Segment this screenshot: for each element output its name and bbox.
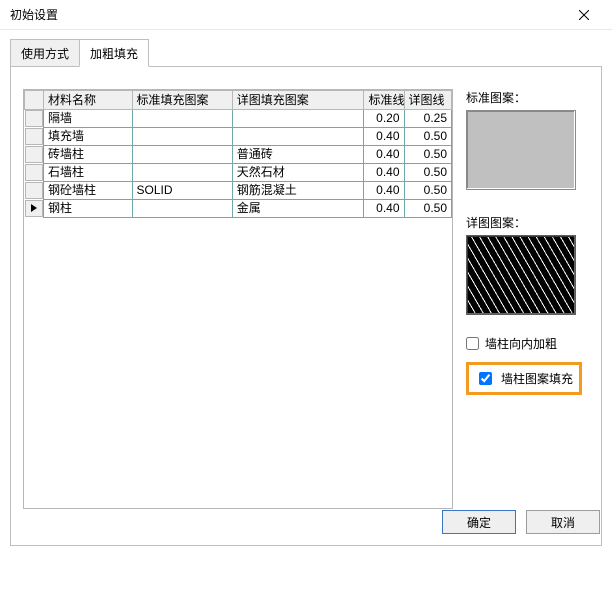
cell-n1[interactable]: 0.40 bbox=[364, 128, 404, 146]
table-row[interactable]: 钢砼墙柱SOLID钢筋混凝土0.400.50 bbox=[25, 182, 452, 200]
checkbox-inner-bold-label: 墙柱向内加粗 bbox=[485, 338, 557, 350]
cell-name[interactable]: 填充墙 bbox=[43, 128, 132, 146]
cell-name[interactable]: 钢柱 bbox=[43, 200, 132, 218]
table-row[interactable]: 砖墙柱 普通砖0.400.50 bbox=[25, 146, 452, 164]
table-row[interactable]: 石墙柱 天然石材0.400.50 bbox=[25, 164, 452, 182]
row-indicator bbox=[25, 128, 43, 145]
checkbox-pattern-fill-label: 墙柱图案填充 bbox=[501, 370, 573, 387]
cell-std[interactable] bbox=[132, 164, 232, 182]
table-area: 材料名称 标准填充图案 详图填充图案 标准线 详图线 隔墙0.200.25填充墙… bbox=[11, 67, 456, 545]
detail-pattern-label: 详图图案： bbox=[466, 214, 589, 231]
cell-n1[interactable]: 0.40 bbox=[364, 182, 404, 200]
col-header-n2[interactable]: 详图线 bbox=[404, 91, 451, 110]
table-header-row: 材料名称 标准填充图案 详图填充图案 标准线 详图线 bbox=[25, 91, 452, 110]
col-header-std[interactable]: 标准填充图案 bbox=[132, 91, 232, 110]
row-indicator bbox=[25, 182, 43, 199]
cell-name[interactable]: 石墙柱 bbox=[43, 164, 132, 182]
cell-n1[interactable]: 0.20 bbox=[364, 110, 404, 128]
cell-n2[interactable]: 0.50 bbox=[404, 146, 451, 164]
tabs: 使用方式 加粗填充 bbox=[10, 39, 602, 67]
cell-detail[interactable]: 普通砖 bbox=[232, 146, 364, 164]
cell-n2[interactable]: 0.50 bbox=[404, 182, 451, 200]
row-indicator bbox=[25, 164, 43, 181]
cell-std[interactable] bbox=[132, 128, 232, 146]
cell-detail[interactable]: 金属 bbox=[232, 200, 364, 218]
row-indicator bbox=[25, 110, 43, 127]
titlebar: 初始设置 bbox=[0, 0, 612, 30]
ok-button[interactable]: 确定 bbox=[442, 510, 516, 534]
cell-n2[interactable]: 0.50 bbox=[404, 164, 451, 182]
cell-n2[interactable]: 0.50 bbox=[404, 128, 451, 146]
tab-bold-fill[interactable]: 加粗填充 bbox=[79, 39, 149, 67]
cell-std[interactable]: SOLID bbox=[132, 182, 232, 200]
grid-container: 材料名称 标准填充图案 详图填充图案 标准线 详图线 隔墙0.200.25填充墙… bbox=[23, 89, 453, 509]
cell-detail[interactable] bbox=[232, 110, 364, 128]
highlighted-option: 墙柱图案填充 bbox=[466, 362, 582, 395]
cancel-button[interactable]: 取消 bbox=[526, 510, 600, 534]
cell-n2[interactable]: 0.25 bbox=[404, 110, 451, 128]
cell-n2[interactable]: 0.50 bbox=[404, 200, 451, 218]
row-indicator bbox=[25, 146, 43, 163]
table-row[interactable]: 钢柱 金属0.400.50 bbox=[25, 200, 452, 218]
table-row[interactable]: 隔墙 0.200.25 bbox=[25, 110, 452, 128]
materials-table: 材料名称 标准填充图案 详图填充图案 标准线 详图线 隔墙0.200.25填充墙… bbox=[24, 90, 452, 218]
table-row[interactable]: 填充墙 0.400.50 bbox=[25, 128, 452, 146]
cell-detail[interactable] bbox=[232, 128, 364, 146]
cell-std[interactable] bbox=[132, 146, 232, 164]
col-header-n1[interactable]: 标准线 bbox=[364, 91, 404, 110]
cell-detail[interactable]: 天然石材 bbox=[232, 164, 364, 182]
cell-std[interactable] bbox=[132, 110, 232, 128]
tab-panel: 材料名称 标准填充图案 详图填充图案 标准线 详图线 隔墙0.200.25填充墙… bbox=[10, 66, 602, 546]
window-title: 初始设置 bbox=[10, 6, 564, 23]
cell-n1[interactable]: 0.40 bbox=[364, 200, 404, 218]
cell-n1[interactable]: 0.40 bbox=[364, 146, 404, 164]
close-button[interactable] bbox=[564, 1, 604, 29]
col-header-name[interactable]: 材料名称 bbox=[43, 91, 132, 110]
cell-std[interactable] bbox=[132, 200, 232, 218]
checkbox-pattern-fill[interactable] bbox=[479, 372, 492, 385]
close-icon bbox=[579, 10, 589, 20]
right-panel: 标准图案： 详图图案： 墙柱向内加粗 墙柱图案填充 bbox=[456, 67, 601, 545]
checkbox-inner-bold[interactable] bbox=[466, 337, 479, 350]
std-pattern-swatch[interactable] bbox=[466, 110, 576, 190]
col-header-detail[interactable]: 详图填充图案 bbox=[232, 91, 364, 110]
row-header-blank bbox=[25, 91, 44, 110]
detail-pattern-swatch[interactable] bbox=[466, 235, 576, 315]
tab-usage[interactable]: 使用方式 bbox=[10, 39, 79, 67]
cell-name[interactable]: 砖墙柱 bbox=[43, 146, 132, 164]
cell-n1[interactable]: 0.40 bbox=[364, 164, 404, 182]
dialog-buttons: 确定 取消 bbox=[442, 510, 600, 534]
current-row-icon bbox=[30, 204, 38, 212]
cell-detail[interactable]: 钢筋混凝土 bbox=[232, 182, 364, 200]
cell-name[interactable]: 隔墙 bbox=[43, 110, 132, 128]
cell-name[interactable]: 钢砼墙柱 bbox=[43, 182, 132, 200]
row-indicator bbox=[25, 200, 43, 217]
std-pattern-label: 标准图案： bbox=[466, 89, 589, 106]
checkbox-inner-bold-row: 墙柱向内加粗 bbox=[466, 337, 589, 350]
